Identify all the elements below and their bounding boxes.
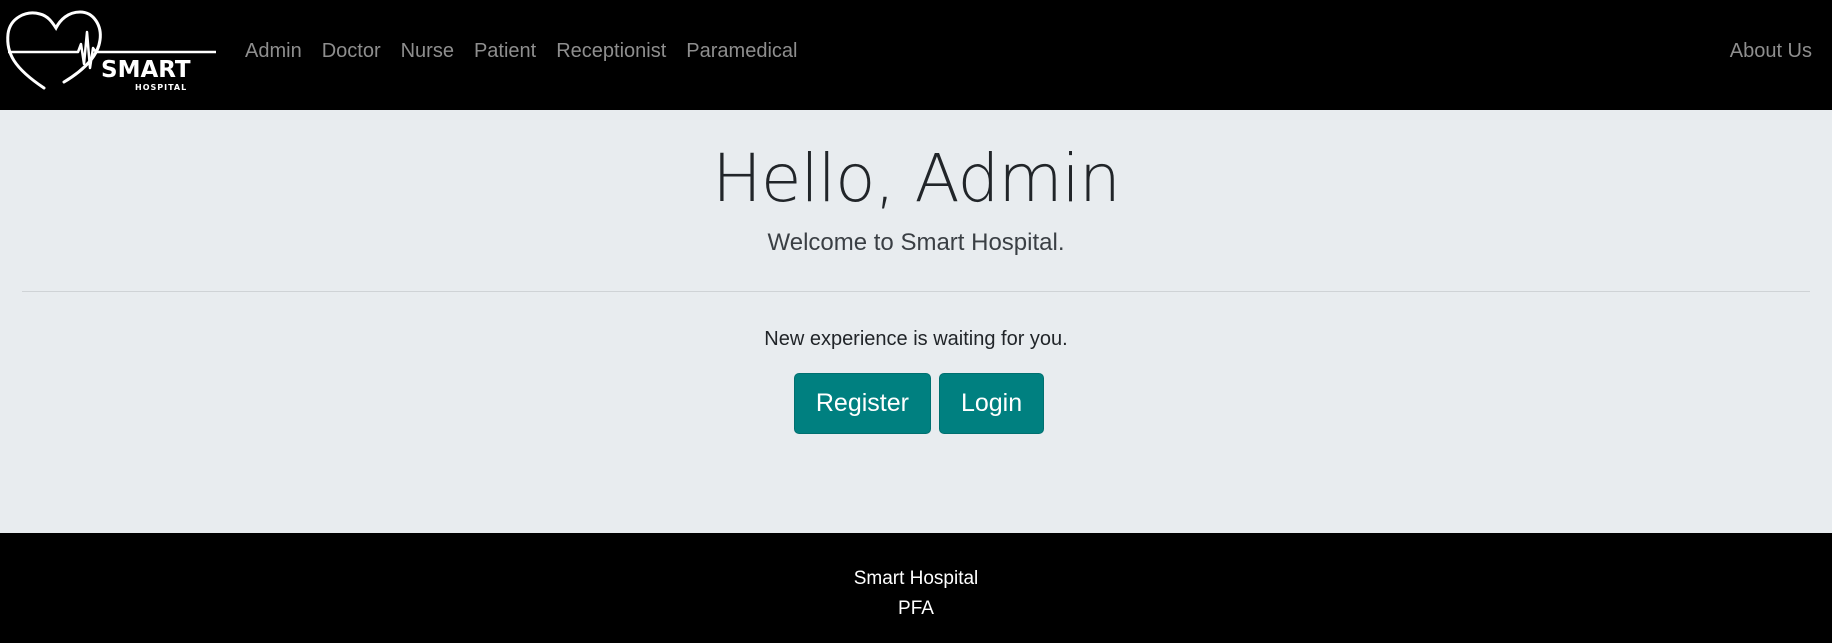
footer-subtitle: PFA [898,598,934,619]
footer: Smart Hospital PFA [0,533,1832,643]
heart-pulse-logo-icon: SMART HOSPITAL [6,10,216,92]
logo-sub: HOSPITAL [135,83,187,92]
nav-item-nurse[interactable]: Nurse [391,36,464,66]
nav-item-about-us[interactable]: About Us [1720,40,1822,62]
hero-title: Hello, Admin [712,140,1121,217]
register-button[interactable]: Register [793,373,931,434]
footer-title: Smart Hospital [853,568,979,589]
hero-buttons: Register Login [0,373,1832,434]
brand-logo[interactable]: SMART HOSPITAL [4,8,218,92]
logo-word: SMART [101,57,191,83]
hero-lead: Welcome to Smart Hospital. [767,229,1065,256]
login-button[interactable]: Login [938,373,1045,434]
hero-section: Hello, Admin Welcome to Smart Hospital. … [0,110,1832,533]
nav-item-patient[interactable]: Patient [464,36,546,66]
hero-divider [22,291,1810,292]
nav-item-receptionist[interactable]: Receptionist [546,36,676,66]
hero-text: New experience is waiting for you. [764,328,1068,350]
nav-item-doctor[interactable]: Doctor [312,36,391,66]
nav-right: About Us [1720,36,1822,66]
top-navbar: SMART HOSPITAL Admin Doctor Nurse Patien… [0,0,1832,110]
nav-item-paramedical[interactable]: Paramedical [676,36,807,66]
nav-item-admin[interactable]: Admin [235,36,312,66]
nav-menu: Admin Doctor Nurse Patient Receptionist … [235,36,807,66]
